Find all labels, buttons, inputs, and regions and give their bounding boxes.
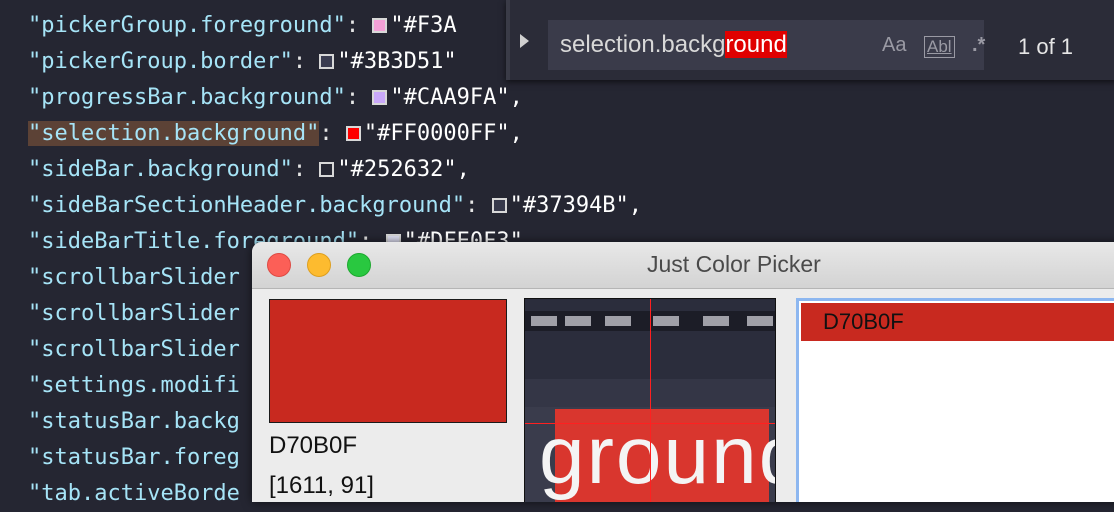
- code-line[interactable]: "tab.activeBorde: [28, 476, 240, 512]
- code-line[interactable]: "pickerGroup.foreground": "#F3A: [28, 8, 457, 44]
- find-result-count: 1 of 1: [1018, 34, 1074, 59]
- code-line[interactable]: "sideBar.background": "#252632",: [28, 152, 470, 188]
- json-colon: :: [319, 121, 346, 146]
- json-key: "pickerGroup.foreground": [28, 13, 346, 38]
- color-picker-window: Just Color Picker D70B0F [1611, 91] grou…: [252, 242, 1114, 502]
- color-history-list[interactable]: D70B0F: [796, 298, 1114, 502]
- magnified-pixel: [653, 316, 679, 326]
- code-line[interactable]: "selection.background": "#FF0000FF",: [28, 116, 523, 152]
- find-widget: selection.background Aa Abl .* 1 of 1: [506, 0, 1114, 80]
- magnifier-view: ground: [524, 298, 776, 502]
- find-query-prefix: selection.backg: [560, 31, 726, 58]
- code-line[interactable]: "statusBar.backg: [28, 404, 240, 440]
- current-color-swatch: [269, 299, 507, 423]
- close-button[interactable]: [267, 253, 291, 277]
- json-value: "#252632",: [337, 157, 470, 182]
- code-line[interactable]: "settings.modifi: [28, 368, 240, 404]
- json-value: "#FF0000FF",: [363, 121, 523, 146]
- window-titlebar[interactable]: Just Color Picker: [252, 242, 1114, 289]
- magnified-pixel: [703, 316, 729, 326]
- magnified-pixel: [565, 316, 591, 326]
- code-line[interactable]: "scrollbarSlider: [28, 260, 240, 296]
- json-key: "scrollbarSlider: [28, 265, 240, 290]
- json-key: "selection.background": [28, 121, 320, 146]
- list-item[interactable]: D70B0F: [801, 303, 1114, 341]
- find-query-match: round: [725, 31, 787, 58]
- magnified-pixel: [531, 316, 557, 326]
- color-swatch-icon[interactable]: [345, 126, 361, 141]
- crosshair-horizontal: [525, 423, 775, 424]
- window-title: Just Color Picker: [647, 251, 821, 277]
- json-value: "#CAA9FA",: [390, 85, 523, 110]
- color-swatch-icon[interactable]: [319, 162, 335, 177]
- json-colon: :: [292, 49, 320, 74]
- json-key: "statusBar.foreg: [28, 445, 240, 470]
- json-key: "settings.modifi: [28, 373, 240, 398]
- json-key: "tab.activeBorde: [28, 481, 240, 506]
- json-key: "scrollbarSlider: [28, 301, 240, 326]
- json-colon: :: [345, 85, 373, 110]
- code-line[interactable]: "statusBar.foreg: [28, 440, 240, 476]
- color-swatch-icon[interactable]: [319, 54, 335, 69]
- minimize-button[interactable]: [307, 253, 331, 277]
- code-line[interactable]: "pickerGroup.border": "#3B3D51": [28, 44, 457, 80]
- code-line[interactable]: "progressBar.background": "#CAA9FA",: [28, 80, 523, 116]
- code-line[interactable]: "scrollbarSlider: [28, 332, 240, 368]
- crosshair-vertical: [650, 299, 651, 502]
- json-colon: :: [292, 157, 320, 182]
- cursor-coordinates: [1611, 91]: [269, 472, 374, 499]
- match-case-icon[interactable]: Aa: [882, 34, 906, 57]
- hex-value: D70B0F: [269, 432, 358, 459]
- color-swatch-icon[interactable]: [491, 198, 507, 213]
- json-key: "progressBar.background": [28, 85, 346, 110]
- json-colon: :: [465, 193, 492, 218]
- json-key: "sideBar.background": [28, 157, 293, 182]
- toggle-replace-icon[interactable]: [520, 34, 529, 48]
- json-key: "sideBarSectionHeader.background": [28, 193, 466, 218]
- maximize-button[interactable]: [347, 253, 371, 277]
- json-colon: :: [345, 13, 373, 38]
- json-value: "#F3A: [390, 13, 457, 38]
- json-value: "#3B3D51": [337, 49, 457, 74]
- json-key: "scrollbarSlider: [28, 337, 240, 362]
- code-line[interactable]: "sideBarSectionHeader.background": "#373…: [28, 188, 642, 224]
- magnified-pixel: [605, 316, 631, 326]
- json-value: "#37394B",: [509, 193, 643, 218]
- json-key: "pickerGroup.border": [28, 49, 293, 74]
- json-key: "statusBar.backg: [28, 409, 240, 434]
- color-swatch-icon[interactable]: [372, 18, 388, 33]
- magnified-pixel: [747, 316, 773, 326]
- code-line[interactable]: "scrollbarSlider: [28, 296, 240, 332]
- regex-icon[interactable]: .*: [972, 34, 985, 57]
- match-whole-word-icon[interactable]: Abl: [924, 36, 955, 58]
- color-swatch-icon[interactable]: [372, 90, 388, 105]
- find-input[interactable]: selection.background: [548, 20, 984, 70]
